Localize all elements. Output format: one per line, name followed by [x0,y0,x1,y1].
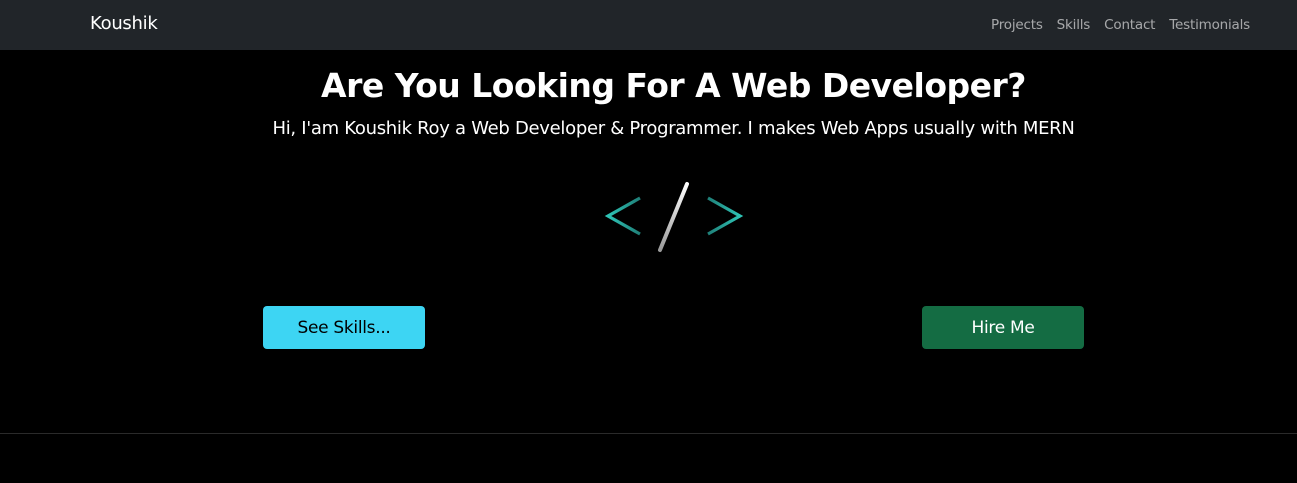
slash-glyph [658,182,689,252]
nav-link-contact[interactable]: Contact [1104,17,1155,33]
hero-title: Are You Looking For A Web Developer? [321,66,1026,105]
section-divider [0,433,1297,434]
nav-link-projects[interactable]: Projects [991,17,1043,33]
hire-me-button[interactable]: Hire Me [922,306,1084,349]
hero-subtitle: Hi, I'am Koushik Roy a Web Developer & P… [272,118,1075,139]
code-brackets-icon [604,182,744,252]
nav-link-skills[interactable]: Skills [1057,17,1091,33]
brand-link[interactable]: Koushik [90,13,158,34]
navbar: Koushik Projects Skills Contact Testimon… [0,0,1297,50]
nav-links: Projects Skills Contact Testimonials [991,17,1250,33]
nav-link-testimonials[interactable]: Testimonials [1169,17,1250,33]
less-than-glyph [604,196,641,236]
see-skills-button[interactable]: See Skills... [263,306,425,349]
greater-than-glyph [707,196,744,236]
